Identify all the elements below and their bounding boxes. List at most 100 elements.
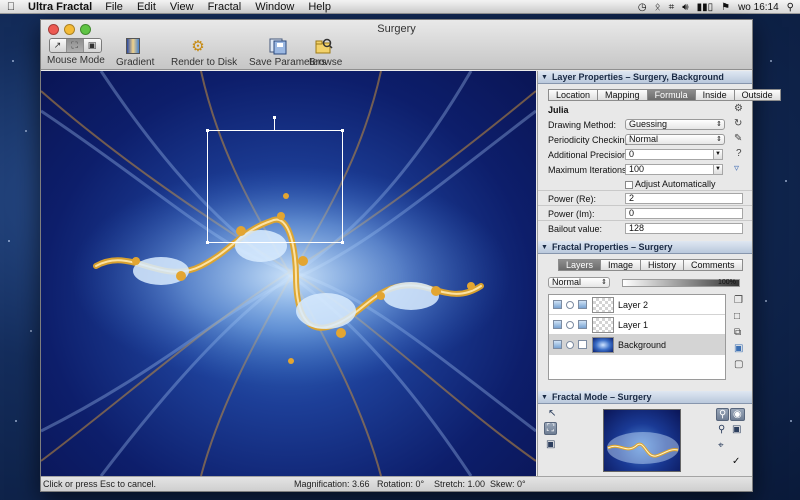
bluetooth-icon[interactable]: ᛟ [655, 2, 661, 13]
save-parameters-label: Save Parameters [249, 57, 327, 68]
rotation-handle-knob[interactable] [273, 116, 276, 119]
crop-icon[interactable]: ⌖ [718, 440, 724, 451]
volume-icon[interactable]: 🔊︎ [682, 2, 688, 13]
adjust-automatically-row[interactable]: Adjust Automatically [625, 179, 716, 189]
selection-handle[interactable] [206, 241, 209, 244]
disclosure-triangle-icon[interactable]: ▼ [541, 394, 548, 401]
fractal-preview[interactable] [603, 409, 681, 472]
power-re-field[interactable]: 2 [625, 193, 743, 204]
drawing-method-value: Guessing [629, 119, 668, 129]
gradient-button[interactable]: Gradient [116, 37, 154, 68]
menubar-clock[interactable]: wo 16:14 [738, 2, 779, 13]
render-to-disk-button[interactable]: ⚙ Render to Disk [171, 37, 237, 68]
max-iterations-combo[interactable]: 100 ▼ [625, 164, 723, 175]
fractal-mode-header[interactable]: ▼ Fractal Mode – Surgery [538, 391, 752, 404]
wifi-icon[interactable]: ⌗ [669, 2, 675, 13]
visibility-icon[interactable] [553, 320, 562, 329]
duplicate-layer-icon[interactable]: ⧉ [734, 327, 741, 338]
battery-icon[interactable]: ▮▮▯ [697, 2, 714, 13]
combo-arrow-icon[interactable]: ▼ [713, 149, 723, 160]
menu-app-name[interactable]: Ultra Fractal [22, 1, 98, 13]
layer-row[interactable]: Layer 2 [549, 295, 725, 315]
lock-toggle-icon[interactable] [578, 300, 587, 309]
checkmark-icon[interactable]: ✓ [732, 456, 740, 467]
tab-comments[interactable]: Comments [683, 259, 743, 271]
window-titlebar: Surgery ↗ ⛶ ▣ Mouse Mode Gradient ⚙ Rend… [41, 20, 752, 70]
lock-toggle-icon[interactable] [578, 340, 587, 349]
updown-arrow-icon: ⇕ [716, 136, 722, 143]
disclosure-triangle-icon[interactable]: ▼ [541, 74, 548, 81]
fit-window-icon[interactable]: ▣ [732, 424, 741, 435]
help-icon[interactable]: ? [736, 148, 742, 159]
zoom-selection-box[interactable] [206, 129, 344, 244]
disclosure-triangle-icon[interactable]: ▼ [541, 244, 548, 251]
spotlight-icon[interactable]: ⚲ [787, 2, 794, 13]
window-mode-icon[interactable]: ▣ [83, 39, 101, 52]
selection-handle[interactable] [341, 241, 344, 244]
menu-file[interactable]: File [98, 1, 130, 13]
precision-combo[interactable]: 0 ▼ [625, 149, 723, 160]
browse-button[interactable]: Browse [309, 37, 342, 68]
arrow-cursor-icon[interactable]: ↗ [49, 39, 67, 52]
magnifier-icon[interactable] [566, 300, 574, 309]
zoom-in-icon[interactable]: ⚲ [718, 424, 725, 435]
menu-edit[interactable]: Edit [130, 1, 163, 13]
filter-icon[interactable]: ▿ [734, 163, 739, 174]
rotation-handle[interactable] [274, 118, 275, 130]
gradient-icon [123, 37, 143, 55]
arrow-tool-icon[interactable]: ↖ [548, 408, 556, 419]
fractal-properties-header[interactable]: ▼ Fractal Properties – Surgery [538, 241, 752, 254]
layer-properties-header[interactable]: ▼ Layer Properties – Surgery, Background [538, 71, 752, 84]
formula-browse-icon[interactable]: ⚙ [734, 103, 743, 114]
delete-layer-icon[interactable]: ▢ [734, 359, 743, 370]
power-im-field[interactable]: 0 [625, 208, 743, 219]
layer-row-selected[interactable]: Background [549, 335, 725, 355]
tab-outside[interactable]: Outside [733, 89, 781, 101]
fractal-canvas[interactable] [41, 71, 536, 476]
tab-location[interactable]: Location [548, 89, 598, 101]
tab-layers[interactable]: Layers [558, 259, 601, 271]
side-panel: ▼ Layer Properties – Surgery, Background… [537, 71, 781, 476]
zoom-select-icon[interactable]: ⛶ [66, 39, 84, 52]
zoom-tool-icon[interactable]: ⛶ [544, 422, 557, 435]
magnifier-icon[interactable] [566, 340, 574, 349]
layer-row[interactable]: Layer 1 [549, 315, 725, 335]
flag-icon[interactable]: ⚑ [721, 2, 730, 13]
menu-fractal[interactable]: Fractal [201, 1, 249, 13]
add-layer-icon[interactable]: ❐ [734, 295, 743, 306]
window-tool-icon[interactable]: ▣ [546, 439, 555, 450]
refresh-icon[interactable]: ↻ [734, 118, 742, 129]
tab-mapping[interactable]: Mapping [597, 89, 647, 101]
new-layer-icon[interactable]: □ [734, 311, 740, 322]
visibility-icon[interactable] [553, 300, 562, 309]
visibility-icon[interactable] [553, 340, 562, 349]
drawing-method-select[interactable]: Guessing ⇕ [625, 119, 725, 130]
selection-handle[interactable] [341, 129, 344, 132]
adjust-automatically-checkbox[interactable] [625, 180, 633, 189]
tab-history[interactable]: History [640, 259, 684, 271]
power-re-label: Power (Re): [548, 194, 597, 204]
tab-inside[interactable]: Inside [694, 89, 734, 101]
periodicity-select[interactable]: Normal ⇕ [625, 134, 725, 145]
magnifier-icon[interactable] [566, 320, 574, 329]
bailout-field[interactable]: 128 [625, 223, 743, 234]
selection-handle[interactable] [206, 129, 209, 132]
desktop-star [785, 180, 787, 182]
mask-layer-icon[interactable]: ▣ [734, 343, 743, 354]
menu-view[interactable]: View [163, 1, 201, 13]
menu-window[interactable]: Window [248, 1, 301, 13]
combo-arrow-icon[interactable]: ▼ [713, 164, 723, 175]
eye-mode-icon[interactable]: ◉ [730, 408, 745, 421]
save-parameters-button[interactable]: Save Parameters [249, 37, 327, 68]
tab-formula[interactable]: Formula [646, 89, 695, 101]
tab-image[interactable]: Image [600, 259, 641, 271]
lock-toggle-icon[interactable] [578, 320, 587, 329]
drawing-method-label: Drawing Method: [548, 120, 617, 130]
edit-formula-icon[interactable]: ✎ [734, 133, 742, 144]
menu-help[interactable]: Help [301, 1, 338, 13]
time-machine-icon[interactable]: ◷ [638, 2, 647, 13]
magnify-mode-icon[interactable]: ⚲ [716, 408, 730, 421]
merge-mode-select[interactable]: Normal ⇕ [548, 277, 610, 288]
apple-icon[interactable]:  [0, 1, 22, 13]
adjust-automatically-label: Adjust Automatically [635, 179, 716, 189]
